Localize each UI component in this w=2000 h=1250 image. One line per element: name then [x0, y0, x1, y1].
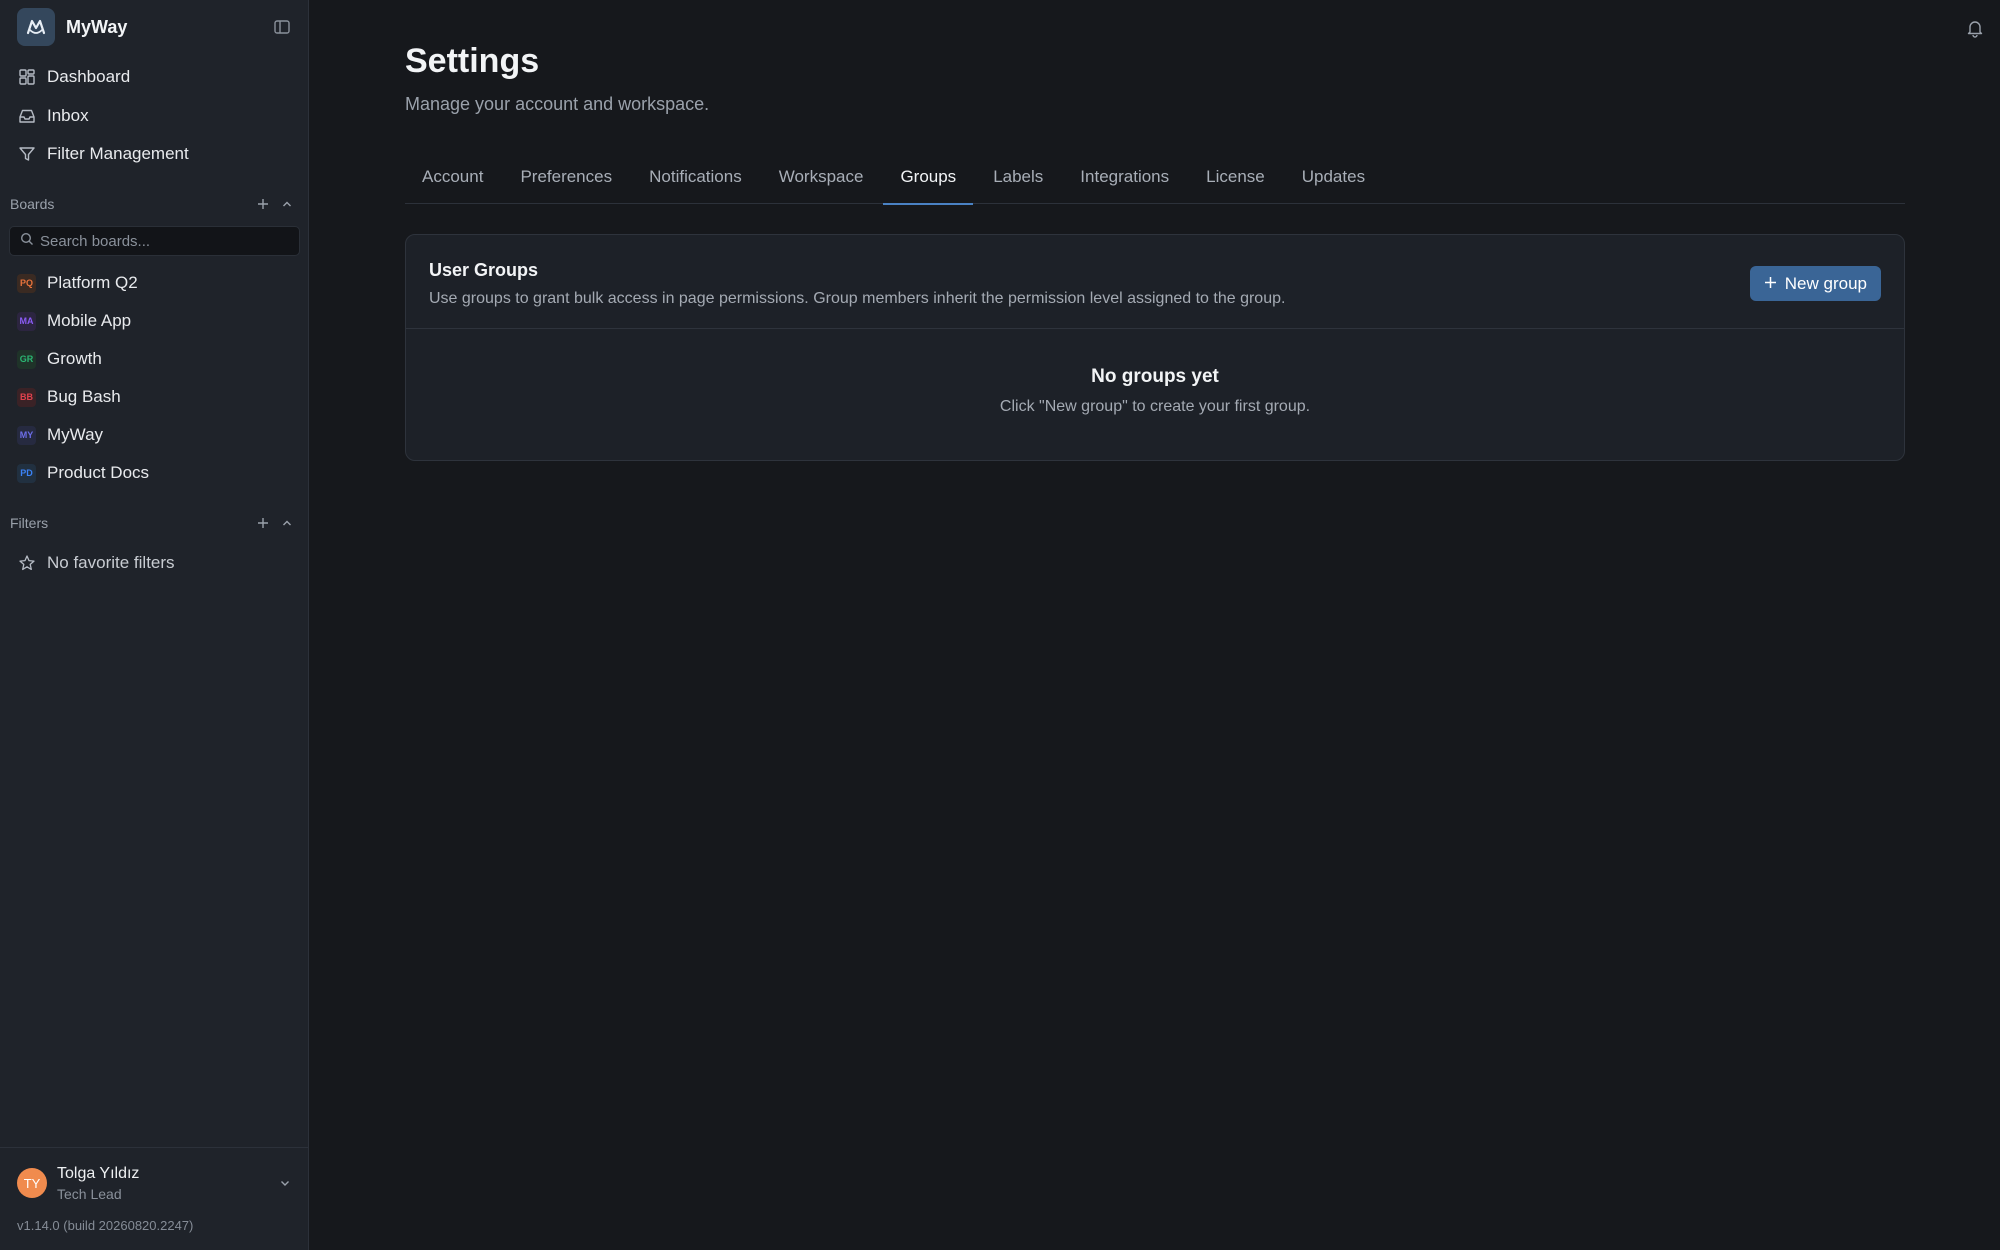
plus-icon — [1764, 274, 1777, 294]
board-search — [9, 226, 300, 256]
nav-inbox[interactable]: Inbox — [17, 101, 292, 131]
dashboard-icon — [17, 67, 37, 87]
add-filter-icon[interactable] — [256, 516, 270, 530]
star-icon — [17, 553, 37, 573]
settings-tabs: Account Preferences Notifications Workspace… — [405, 160, 1905, 205]
tab-notifications[interactable]: Notifications — [632, 160, 759, 204]
empty-state-subtitle: Click "New group" to create your first g… — [999, 398, 1311, 415]
board-item[interactable]: MY MyWay — [17, 420, 292, 450]
search-icon — [20, 232, 34, 251]
board-item[interactable]: PD Product Docs — [17, 458, 292, 488]
board-item[interactable]: MA Mobile App — [17, 306, 292, 336]
myway-logo-icon — [17, 8, 55, 46]
tab-groups[interactable]: Groups — [883, 160, 973, 205]
board-label: MyWay — [47, 425, 104, 444]
nav-dashboard-label: Dashboard — [47, 67, 131, 86]
nav-filter-management-label: Filter Management — [47, 144, 189, 163]
collapse-boards-icon[interactable] — [280, 197, 294, 211]
nav-dashboard[interactable]: Dashboard — [17, 62, 292, 92]
empty-state-title: No groups yet — [1091, 366, 1219, 387]
board-badge: MY — [17, 425, 36, 445]
board-label: Bug Bash — [47, 387, 121, 406]
board-badge: MA — [17, 311, 36, 331]
sidebar: MyWay Dashboard Inbox Filter Management … — [0, 0, 309, 1250]
new-group-button[interactable]: New group — [1749, 266, 1881, 301]
avatar: TY — [17, 1168, 47, 1198]
board-item[interactable]: GR Growth — [17, 344, 292, 374]
no-favorite-filters: No favorite filters — [17, 548, 292, 578]
nav-inbox-label: Inbox — [47, 106, 89, 125]
new-group-label: New group — [1784, 273, 1867, 293]
notifications-bell-icon[interactable] — [1965, 18, 1985, 38]
card-title: User Groups — [429, 260, 539, 280]
chevron-down-icon[interactable] — [278, 1176, 292, 1190]
app-name: MyWay — [66, 16, 128, 37]
board-badge: BB — [17, 387, 36, 407]
boards-section-header: Boards — [10, 194, 300, 214]
board-item[interactable]: PQ Platform Q2 — [17, 268, 292, 298]
app-version: v1.14.0 (build 20260820.2247) — [17, 1218, 194, 1233]
board-badge: PD — [17, 463, 36, 483]
page-title: Settings — [405, 42, 540, 80]
board-label: Mobile App — [47, 311, 132, 330]
collapse-filters-icon[interactable] — [280, 516, 294, 530]
page-subtitle: Manage your account and workspace. — [405, 94, 710, 114]
inbox-icon — [17, 106, 37, 126]
tab-preferences[interactable]: Preferences — [503, 160, 629, 204]
filter-icon — [17, 144, 37, 164]
sidebar-toggle-icon[interactable] — [273, 18, 291, 36]
filters-heading: Filters — [10, 515, 49, 531]
filters-section-header: Filters — [10, 513, 300, 533]
tab-integrations[interactable]: Integrations — [1063, 160, 1186, 204]
board-label: Growth — [47, 349, 102, 368]
tab-updates[interactable]: Updates — [1285, 160, 1382, 204]
user-groups-card: User Groups Use groups to grant bulk acc… — [405, 234, 1905, 461]
tab-workspace[interactable]: Workspace — [762, 160, 881, 204]
user-name: Tolga Yıldız — [57, 1165, 140, 1182]
search-boards-input[interactable] — [40, 232, 280, 250]
boards-heading: Boards — [10, 196, 55, 212]
user-role: Tech Lead — [57, 1186, 122, 1202]
nav-filter-management[interactable]: Filter Management — [17, 139, 292, 169]
card-description: Use groups to grant bulk access in page … — [429, 290, 1286, 307]
card-header: User Groups Use groups to grant bulk acc… — [406, 235, 1904, 329]
user-menu[interactable]: TY Tolga Yıldız Tech Lead v1.14.0 (build… — [0, 1147, 309, 1250]
board-item[interactable]: BB Bug Bash — [17, 382, 292, 412]
tab-account[interactable]: Account — [405, 160, 500, 204]
add-board-icon[interactable] — [256, 197, 270, 211]
no-favorite-filters-label: No favorite filters — [47, 553, 175, 572]
board-badge: PQ — [17, 273, 36, 293]
board-label: Product Docs — [47, 463, 150, 482]
board-badge: GR — [17, 349, 36, 369]
brand[interactable]: MyWay — [17, 8, 297, 46]
tab-license[interactable]: License — [1189, 160, 1282, 204]
board-label: Platform Q2 — [47, 273, 138, 292]
tab-labels[interactable]: Labels — [976, 160, 1060, 204]
